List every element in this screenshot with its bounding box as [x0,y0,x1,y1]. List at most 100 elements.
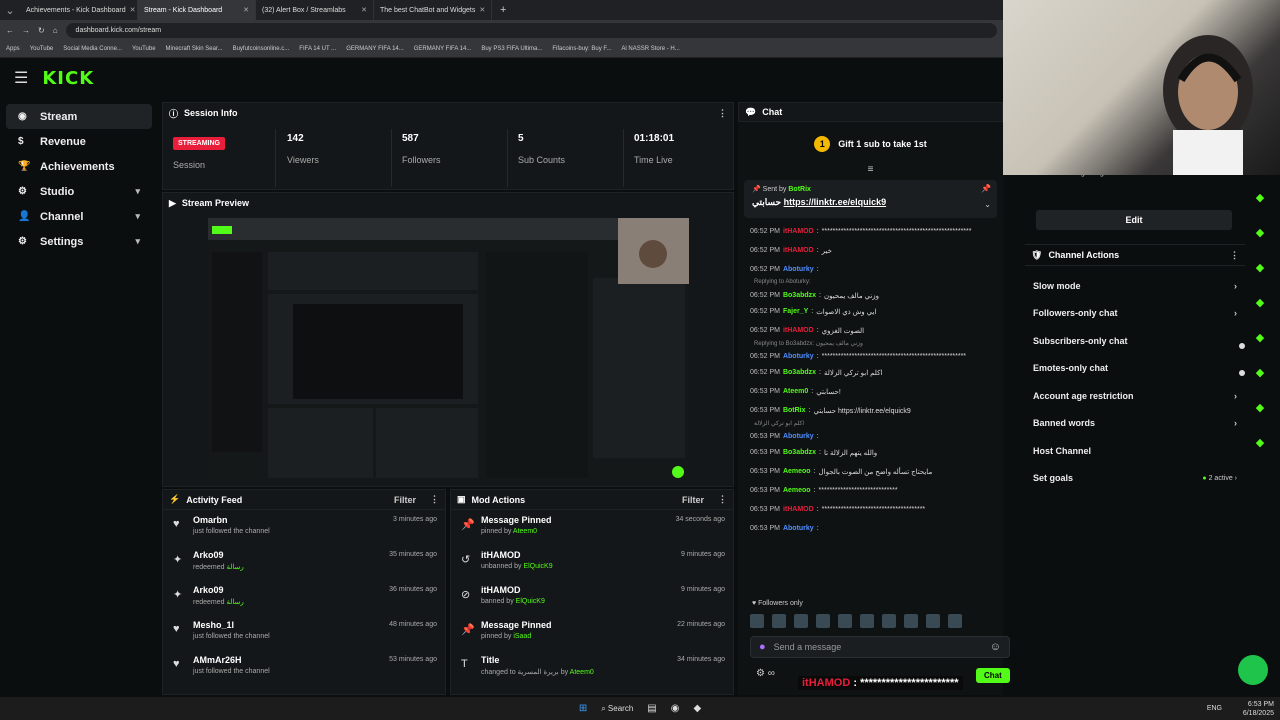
chevron-right-icon[interactable]: › [1234,391,1237,401]
chat-username[interactable]: Aboturky [783,353,814,360]
expand-icon[interactable]: ◆ [1251,191,1269,209]
browser-tab[interactable]: Achievements - Kick Dashboard ✕ [20,0,138,20]
mod-action-item[interactable]: 📌 Message Pinned pinned by Ateem0 34 second… [451,512,733,545]
kick-logo[interactable]: KICK [42,68,94,89]
bookmark-item[interactable]: Al NASSR Store - H... [621,46,679,52]
chat-message[interactable]: 06:53 PM Ateem0: حسابتي! [738,382,1003,401]
bookmark-item[interactable]: Minecraft Skin Sear... [166,46,223,52]
activity-item[interactable]: ✦ Arko09 redeemed رسالة 36 minutes ago [163,582,445,615]
activity-item[interactable]: ♥ AMmAr26H just followed the channel 53 mi… [163,652,445,685]
chat-message[interactable]: 06:53 PM Aemeoo: مايحتاج تسأله واضح من الص… [738,462,1003,481]
sidebar-item-channel[interactable]: 👤 Channel ▾ [6,204,152,229]
taskbar-search[interactable]: ⌕ Search [601,704,633,714]
channel-action-emotes-only-chat[interactable]: Emotes-only chat [1025,355,1245,383]
chat-message[interactable]: 06:52 PM Aboturky: ***********************… [738,350,1003,363]
bookmark-item[interactable]: Buy PS3 FIFA Ultima... [481,46,542,52]
pinned-link[interactable]: https://linktr.ee/elquick9 [784,197,887,207]
bookmark-item[interactable]: FIFA 14 UT ... [299,46,336,52]
chat-message[interactable]: 06:52 PM Fajer_Y: ايي وش ذي الاصوات [738,302,1003,321]
close-icon[interactable]: ✕ [361,6,367,14]
chat-message[interactable]: 06:53 PM Aemeoo: *************************… [738,481,1003,500]
new-tab-icon[interactable]: + [492,4,506,16]
chat-username[interactable]: Aboturky [783,525,814,532]
bookmark-item[interactable]: Fifacoins-buy: Buy F... [552,46,611,52]
channel-action-followers-only-chat[interactable]: Followers-only chat › [1025,300,1245,328]
chat-username[interactable]: itHAMOD [783,228,814,235]
bookmark-item[interactable]: GERMANY FIFA 14... [414,46,472,52]
channel-action-banned-words[interactable]: Banned words › [1025,410,1245,438]
chat-message[interactable]: 06:53 PM BotRix: حسابتي https://linktr.ee/… [738,401,1003,420]
chat-username[interactable]: Ateem0 [783,388,808,395]
file-explorer-icon[interactable]: ▤ [647,703,656,714]
channel-action-slow-mode[interactable]: Slow mode › [1025,272,1245,300]
sidebar-item-revenue[interactable]: $ Revenue [6,129,152,154]
chat-message[interactable]: 06:53 PM Aboturky: [738,430,1003,443]
emote-icon[interactable] [838,614,852,628]
gift-sub-banner[interactable]: 1 Gift 1 sub to take 1st [738,122,1003,166]
mod-action-item[interactable]: ↺ itHAMOD unbanned by ElQuicK9 9 minutes ag… [451,547,733,580]
emote-icon[interactable] [904,614,918,628]
clipboard-icon[interactable]: ◆ [1251,261,1269,279]
close-icon[interactable]: ✕ [243,6,249,14]
mod-action-item[interactable]: ⊘ itHAMOD banned by ElQuicK9 9 minutes ago [451,582,733,615]
settings-icon[interactable]: ⚙ ∞ [756,668,775,679]
users-icon[interactable]: ◆ [1251,436,1269,454]
activity-item[interactable]: ♥ Mesho_1l just followed the channel 48 mi… [163,617,445,650]
browser-tab[interactable]: (32) Alert Box / Streamlabs ✕ [256,0,374,20]
chat-message[interactable]: 06:52 PM Bo3abdzx: اكلم ابو تركي الزلالة [738,363,1003,382]
bookmark-item[interactable]: Buyfutcoinsonline.c... [233,46,290,52]
chat-message[interactable]: 06:52 PM itHAMOD: ************************… [738,222,1003,241]
chevron-down-icon[interactable]: ⌄ [984,200,991,209]
stream-preview-video[interactable] [208,218,689,480]
wrench-icon[interactable]: ◆ [1251,401,1269,419]
chat-username[interactable]: Fajer_Y [783,308,808,315]
channel-action-host-channel[interactable]: Host Channel [1025,437,1245,465]
close-icon[interactable]: ✕ [130,6,136,14]
chevron-down-icon[interactable]: ▾ [135,236,140,247]
pinned-message[interactable]: 📌 Sent by BotRix حسابتي https://linktr.e… [744,180,997,218]
mod-filter-button[interactable]: Filter [682,495,704,505]
chevron-right-icon[interactable]: › [1234,418,1237,428]
chat-username[interactable]: Aemeoo [783,487,811,494]
bookmark-item[interactable]: YouTube [132,46,156,52]
mod-action-item[interactable]: 📌 Message Pinned pinned by iSaad 22 minutes… [451,617,733,650]
url-input[interactable]: dashboard.kick.com/stream [65,23,997,38]
home-icon[interactable]: ⌂ [53,26,58,35]
chat-message[interactable]: 06:53 PM itHAMOD: ************************… [738,500,1003,519]
emoji-icon[interactable]: ☺ [990,641,1001,653]
chat-message[interactable]: 06:52 PM Bo3abdzx: وزني مالف يمحيون [738,289,1003,302]
bookmark-item[interactable]: GERMANY FIFA 14... [346,46,404,52]
emote-icon[interactable] [772,614,786,628]
channel-action-subscribers-only-chat[interactable]: Subscribers-only chat [1025,327,1245,355]
sidebar-item-settings[interactable]: ⚙ Settings ▾ [6,229,152,254]
chat-scroll-handle[interactable]: ≡ [738,165,1003,176]
forward-icon[interactable]: → [22,26,30,35]
windows-start-icon[interactable]: ⊞ [579,703,587,714]
more-icon[interactable]: ⋮ [718,108,727,119]
chevron-right-icon[interactable]: › [1233,475,1237,482]
channel-action-set-goals[interactable]: Set goals ● 2 active › [1025,465,1245,493]
unpin-icon[interactable]: 📌 [981,184,991,193]
sidebar-item-studio[interactable]: ⚙ Studio ▾ [6,179,152,204]
activity-item[interactable]: ♥ Omarbn just followed the channel 3 minut… [163,512,445,545]
chat-message[interactable]: 06:53 PM Aboturky: [738,519,1003,538]
more-icon[interactable]: ⋮ [1230,250,1239,261]
emote-icon[interactable] [882,614,896,628]
language-indicator[interactable]: ENG [1207,705,1222,712]
chat-message[interactable]: 06:53 PM Bo3abdzx: والله يتهم الزلالة تا [738,443,1003,462]
send-chat-button[interactable]: Chat [976,668,1010,683]
chat-icon[interactable]: ◆ [1251,296,1269,314]
chevron-right-icon[interactable]: › [1234,281,1237,291]
activity-item[interactable]: ✦ Arko09 redeemed رسالة 35 minutes ago [163,547,445,580]
chevron-right-icon[interactable]: › [1234,308,1237,318]
chat-username[interactable]: BotRix [783,407,806,414]
chat-username[interactable]: Aboturky [783,433,814,440]
sidebar-item-stream[interactable]: ◉ Stream [6,104,152,129]
chevron-down-icon[interactable]: ▾ [135,186,140,197]
mod-action-item[interactable]: T Title changed to بريرة المسرية by Ateem0… [451,652,733,685]
browser-tab[interactable]: The best ChatBot and Widgets ✕ [374,0,492,20]
emote-icon[interactable] [926,614,940,628]
chat-username[interactable]: itHAMOD [783,327,814,334]
chat-username[interactable]: Aemeoo [783,468,811,475]
chat-message[interactable]: 06:52 PM itHAMOD: الصوت الغزوي [738,321,1003,340]
